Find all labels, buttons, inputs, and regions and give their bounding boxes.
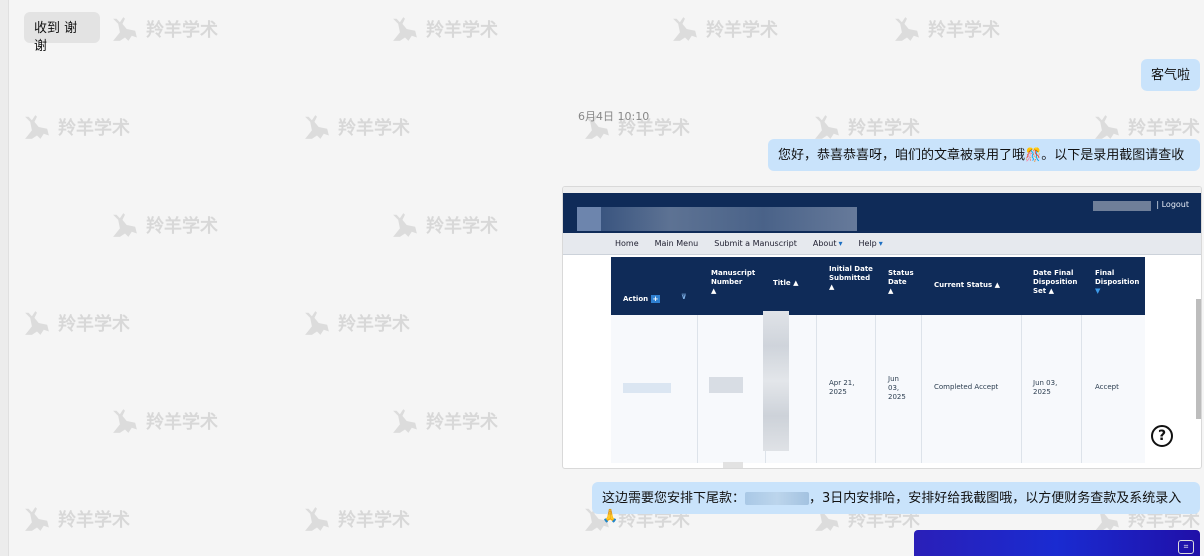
watermark: 羚羊学术 — [108, 12, 218, 46]
logout-link[interactable]: | Logout — [1156, 200, 1189, 209]
nav-help[interactable]: Help ▾ — [859, 239, 883, 248]
plus-icon: + — [650, 295, 661, 303]
cell-current-status: Completed Accept — [934, 383, 999, 391]
blurred-action-link — [623, 383, 671, 393]
message-text-tail: ，3日内安排哈，安排好给我截图哦，以方便财务查款及系统录入 — [809, 491, 1182, 506]
watermark: 羚羊学术 — [388, 404, 498, 438]
watermark: 羚羊学术 — [300, 502, 410, 536]
nav-main-menu[interactable]: Main Menu — [655, 239, 699, 248]
col-initial-date[interactable]: Initial Date Submitted ▲ — [829, 265, 873, 292]
blurred-logo — [577, 207, 601, 231]
acceptance-screenshot-image[interactable]: | Logout Home Main Menu Submit a Manuscr… — [562, 186, 1202, 469]
col-manuscript-number[interactable]: Manuscript Number ▲ — [711, 269, 761, 296]
message-text: 收到 谢谢 — [34, 21, 78, 54]
watermark: 羚羊学术 — [388, 208, 498, 242]
watermark: 羚羊学术 — [890, 12, 1000, 46]
col-current-status[interactable]: Current Status ▲ — [934, 281, 1000, 290]
message-text-tail: 。以下是录用截图请查收 — [1041, 148, 1185, 163]
blurred-manuscript-number — [709, 377, 743, 393]
nav-home[interactable]: Home — [615, 239, 639, 248]
page-indicator — [723, 462, 743, 468]
cell-initial-date: Apr 21, 2025 — [829, 379, 855, 396]
watermark: 羚羊学术 — [300, 306, 410, 340]
col-final-date[interactable]: Date Final Disposition Set ▲ — [1033, 269, 1083, 296]
filter-icon[interactable]: ⊽ — [681, 293, 687, 302]
cell-final-date: Jun 03, 2025 — [1033, 379, 1058, 396]
help-icon[interactable]: ? — [1151, 425, 1173, 447]
message-sent-congrats[interactable]: 您好，恭喜恭喜呀，咱们的文章被录用了哦🎊。以下是录用截图请查收 — [768, 139, 1200, 171]
nav-about[interactable]: About ▾ — [813, 239, 843, 248]
watermark: 羚羊学术 — [20, 110, 130, 144]
watermark: 羚羊学术 — [300, 110, 410, 144]
praying-hands-icon: 🙏 — [602, 509, 619, 524]
watermark: 羚羊学术 — [108, 208, 218, 242]
col-title[interactable]: Title ▲ — [773, 279, 799, 288]
col-final-disposition[interactable]: Final Disposition ▼ — [1095, 269, 1141, 296]
nav-submit[interactable]: Submit a Manuscript — [714, 239, 797, 248]
blurred-journal-banner — [577, 207, 857, 231]
watermark: 羚羊学术 — [668, 12, 778, 46]
message-text: 客气啦 — [1151, 68, 1191, 83]
message-text: 这边需要您安排下尾款： — [602, 491, 746, 506]
party-popper-icon: 🎊 — [1025, 148, 1042, 163]
journal-nav: Home Main Menu Submit a Manuscript About… — [563, 233, 1201, 255]
col-action: Action + — [623, 295, 661, 303]
journal-header: | Logout — [563, 193, 1201, 233]
message-text: 您好，恭喜恭喜呀，咱们的文章被录用了哦 — [778, 148, 1026, 163]
chevron-down-icon: ▾ — [878, 239, 883, 248]
submissions-table-header: Action + ⊽ Manuscript Number ▲ Title ▲ In… — [611, 257, 1145, 315]
left-rail — [0, 0, 9, 556]
watermark: 羚羊学术 — [20, 502, 130, 536]
blurred-title — [763, 311, 789, 451]
image-preview-card[interactable]: ⌗ — [914, 530, 1200, 556]
watermark: 羚羊学术 — [388, 12, 498, 46]
message-timestamp: 6月4日 10:10 — [578, 110, 650, 123]
watermark: 羚羊学术 — [108, 404, 218, 438]
message-received-thanks[interactable]: 收到 谢谢 — [24, 12, 100, 54]
message-sent-welcome[interactable]: 客气啦 — [1141, 59, 1200, 91]
cell-final-disposition: Accept — [1095, 383, 1119, 391]
submissions-table-row: Apr 21, 2025 Jun 03, 2025 Completed Acce… — [611, 311, 1145, 463]
blurred-username — [1093, 201, 1151, 211]
masked-amount — [745, 492, 810, 505]
screenshot-capture-icon[interactable]: ⌗ — [1178, 540, 1194, 554]
message-sent-payment-request[interactable]: 这边需要您安排下尾款： ，3日内安排哈，安排好给我截图哦，以方便财务查款及系统录入… — [592, 482, 1200, 524]
chevron-down-icon: ▾ — [838, 239, 843, 248]
watermark: 羚羊学术 — [20, 306, 130, 340]
col-status-date[interactable]: Status Date ▲ — [888, 269, 918, 296]
scrollbar[interactable] — [1196, 299, 1201, 419]
cell-status-date: Jun 03, 2025 — [888, 375, 906, 401]
